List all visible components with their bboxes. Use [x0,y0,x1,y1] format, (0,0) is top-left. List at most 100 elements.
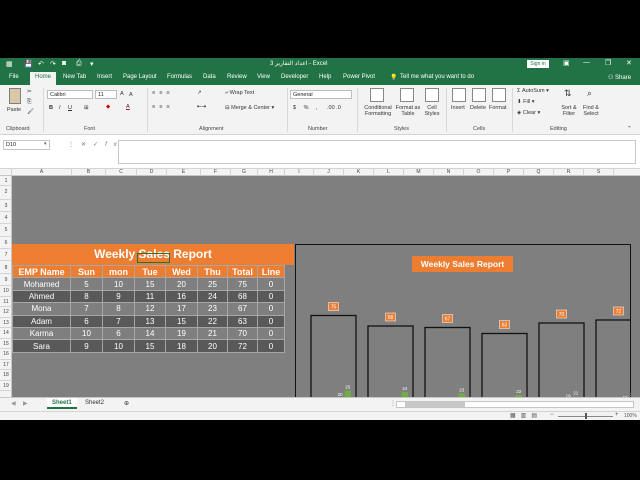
value-cell[interactable]: 0 [257,314,285,328]
row-header[interactable]: 13 [0,318,12,329]
row-header[interactable]: 17 [0,360,12,371]
tab-formulas[interactable]: Formulas [167,74,192,80]
column-header[interactable]: A [12,169,72,176]
value-cell[interactable]: 17 [165,302,198,316]
horizontal-scrollbar[interactable] [396,401,634,408]
cut-icon[interactable]: ✂ [27,89,32,95]
value-cell[interactable]: 12 [134,302,166,316]
undo-icon[interactable]: ↶ [38,60,44,68]
decrease-font-icon[interactable]: A [129,92,133,98]
value-cell[interactable]: 19 [165,326,198,341]
bar-data-label[interactable]: 25 [345,385,351,390]
row-header[interactable]: 4 [0,212,12,225]
format-as-table-button[interactable]: Format as Table [394,105,422,117]
cell-styles-icon[interactable] [425,88,439,102]
print-icon[interactable]: ⎙ [76,60,82,68]
row-header[interactable]: 1 [0,176,12,186]
tab-power-pivot[interactable]: Power Pivot [343,74,375,80]
table-header-cell[interactable]: Thu [197,264,228,279]
formula-bar-icons[interactable]: ⋮✕✓fx [68,141,124,148]
value-cell[interactable]: 18 [165,339,198,353]
copy-icon[interactable]: ⎘ [27,99,31,106]
font-color-icon[interactable]: A [126,104,130,110]
row-header[interactable]: 6 [0,237,12,250]
format-painter-icon[interactable]: 🖌 [27,109,34,115]
value-cell[interactable]: 0 [257,277,285,291]
wrap-text-button[interactable]: ⤶ Wrap Text [225,90,254,97]
value-cell[interactable]: 16 [165,289,198,304]
employee-name-cell[interactable]: Ahmed [12,289,71,304]
tab-new-tab[interactable]: New Tab [63,74,86,80]
row-header[interactable]: 3 [0,200,12,212]
value-cell[interactable]: 20 [165,277,198,291]
bar-data-label[interactable]: 21 [573,391,579,396]
total-data-label[interactable]: 63 [502,323,508,329]
total-data-label[interactable]: 75 [331,305,337,311]
row-header[interactable]: 10 [0,286,12,297]
value-cell[interactable]: 6 [70,314,103,328]
row-header[interactable]: 5 [0,224,12,237]
tell-me-input[interactable]: Tell me what you want to do [400,74,474,80]
row-header[interactable]: 15 [0,339,12,350]
row-header[interactable]: 8 [0,262,12,274]
insert-cells-icon[interactable] [452,88,466,102]
table-header-cell[interactable]: Line [257,264,285,279]
value-cell[interactable]: 75 [227,277,258,291]
tab-data[interactable]: Data [203,74,216,80]
zoom-level[interactable]: 100% [624,413,637,419]
format-cells-icon[interactable] [492,88,506,102]
column-header[interactable]: K [344,169,374,176]
close-icon[interactable]: ✕ [626,59,632,67]
value-cell[interactable]: 24 [197,289,228,304]
font-size-select[interactable]: 11 [95,90,117,99]
number-format-icons[interactable]: $ % , [293,105,321,111]
total-data-label[interactable]: 67 [445,317,451,323]
value-cell[interactable]: 72 [227,339,258,353]
value-cell[interactable]: 7 [102,314,135,328]
column-header[interactable]: S [584,169,614,176]
total-data-label[interactable]: 68 [388,315,394,321]
table-header-cell[interactable]: Wed [165,264,198,279]
scroll-tabs-right-icon[interactable]: ▶ [18,398,33,409]
redo-icon[interactable]: ↷ [50,60,56,68]
number-format-select[interactable]: General [290,90,352,99]
row-header[interactable]: 11 [0,297,12,308]
formula-input[interactable] [118,140,636,164]
value-cell[interactable]: 15 [134,277,166,291]
format-cells-button[interactable]: Format [489,105,506,111]
conditional-formatting-icon[interactable] [370,88,384,102]
column-header[interactable]: B [72,169,106,176]
zoom-in-icon[interactable]: + [615,412,619,418]
total-data-label[interactable]: 70 [559,312,565,318]
tab-view[interactable]: View [257,74,270,80]
indent-icons[interactable]: ⇤⇥ [197,104,206,110]
employee-name-cell[interactable]: Karma [12,326,71,341]
tab-developer[interactable]: Developer [281,74,308,80]
column-header[interactable]: M [404,169,434,176]
value-cell[interactable]: 9 [70,339,103,353]
row-header[interactable]: 2 [0,186,12,200]
sheet-tab-sheet1[interactable]: Sheet1 [47,398,77,409]
restore-icon[interactable]: ❐ [605,59,611,67]
delete-cells-icon[interactable] [472,88,486,102]
column-header[interactable]: Q [524,169,554,176]
save-icon[interactable]: 💾 [24,60,33,68]
value-cell[interactable]: 7 [70,302,103,316]
column-header[interactable]: J [314,169,344,176]
horizontal-align-icons[interactable]: ≡≡≡ [152,104,174,110]
clear-button[interactable]: ◈ Clear ▾ [517,110,540,116]
value-cell[interactable]: 21 [197,326,228,341]
sheet-tab-sheet2[interactable]: Sheet2 [80,398,109,409]
column-header[interactable]: O [464,169,494,176]
bar-data-label[interactable]: 23 [459,388,465,393]
table-header-cell[interactable]: Tue [134,264,166,279]
row-header[interactable]: 9 [0,274,12,287]
fill-button[interactable]: ⬇ Fill ▾ [517,99,534,105]
orientation-icon[interactable]: ↗ [197,90,202,96]
select-all-corner[interactable] [0,169,12,176]
fill-color-icon[interactable]: ◆ [106,104,110,110]
find-select-icon[interactable]: ⌕ [587,88,592,99]
row-header[interactable]: 19 [0,381,12,392]
vertical-align-icons[interactable]: ≡≡≡ [152,90,174,96]
merge-center-button[interactable]: ⊟ Merge & Center ▾ [225,105,274,111]
